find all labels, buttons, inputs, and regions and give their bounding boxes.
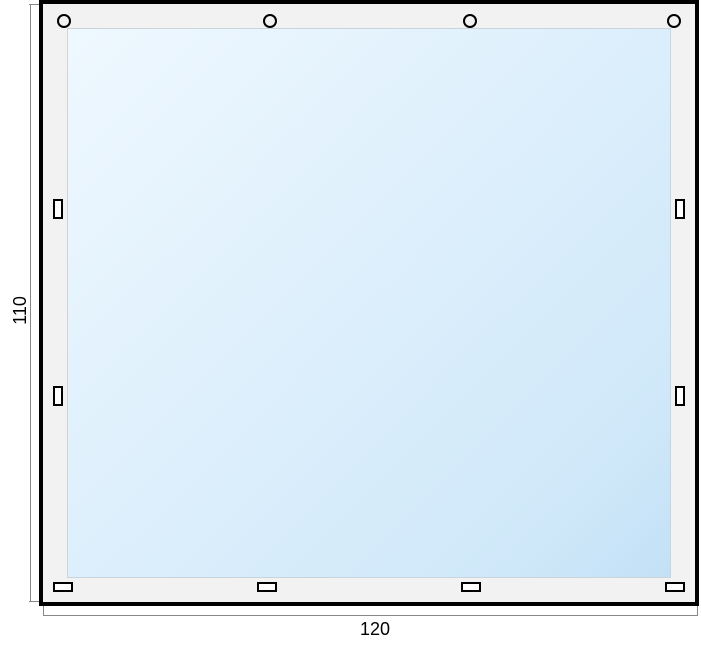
eyelet-slot-icon	[665, 582, 685, 592]
tarp-frame	[39, 0, 699, 606]
dimension-line	[43, 615, 698, 616]
eyelet-slot-icon	[53, 582, 73, 592]
eyelet-ring-icon	[463, 14, 477, 28]
tarp-diagram: 110 120	[0, 0, 701, 647]
eyelet-slot-icon	[53, 386, 63, 406]
eyelet-ring-icon	[57, 14, 71, 28]
eyelet-ring-icon	[263, 14, 277, 28]
eyelet-slot-icon	[675, 199, 685, 219]
eyelet-ring-icon	[667, 14, 681, 28]
eyelet-slot-icon	[461, 582, 481, 592]
tarp-panel	[67, 28, 671, 578]
height-dimension-label: 110	[10, 296, 31, 325]
eyelet-slot-icon	[53, 199, 63, 219]
eyelet-slot-icon	[675, 386, 685, 406]
width-dimension-label: 120	[360, 619, 390, 640]
eyelet-slot-icon	[257, 582, 277, 592]
